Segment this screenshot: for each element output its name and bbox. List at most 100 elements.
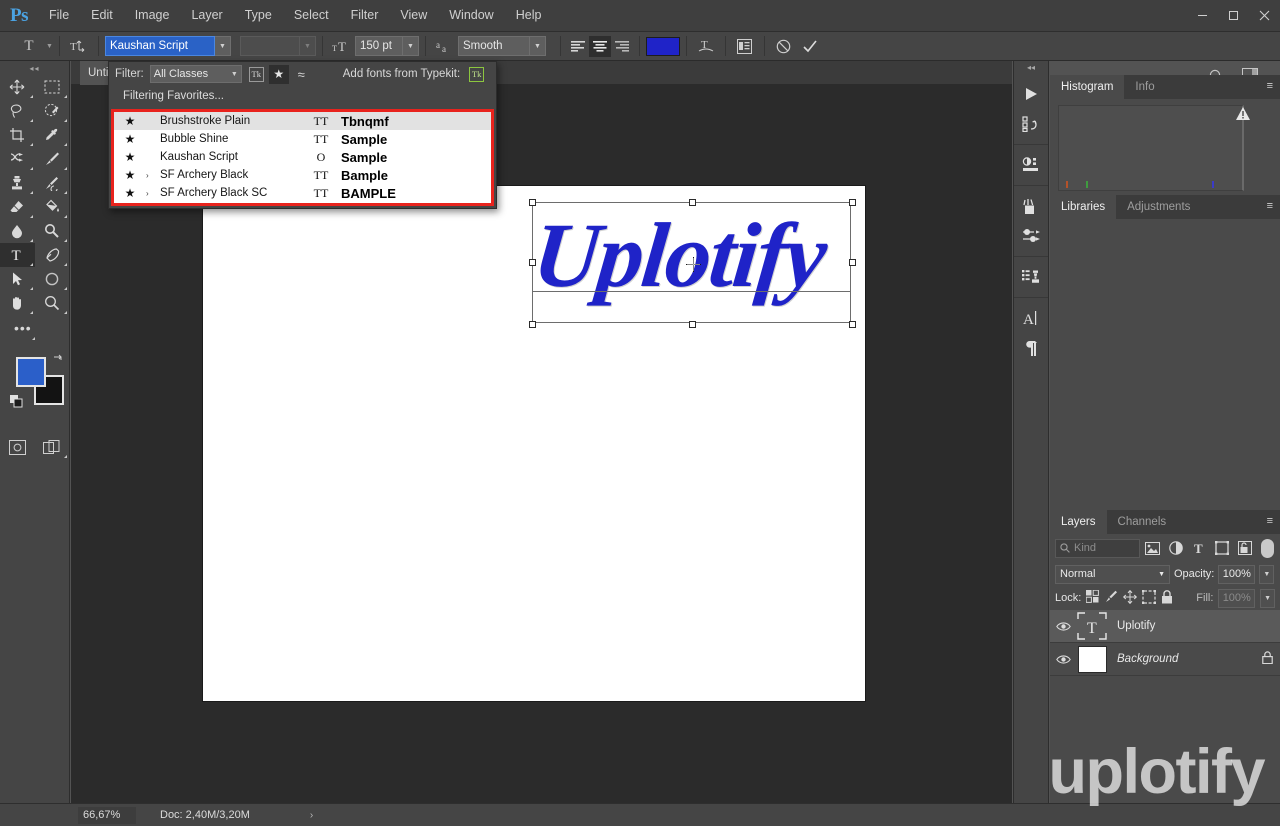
font-list-item[interactable]: ★ › SF Archery Black TT Bample bbox=[114, 166, 491, 184]
font-family-input[interactable]: Kaushan Script bbox=[104, 36, 215, 56]
transform-handle[interactable] bbox=[689, 321, 696, 328]
lock-all-icon[interactable] bbox=[1161, 589, 1173, 607]
tab-adjustments[interactable]: Adjustments bbox=[1116, 195, 1201, 219]
menu-file[interactable]: File bbox=[38, 0, 80, 31]
layer-thumbnail[interactable]: T bbox=[1076, 612, 1108, 641]
transform-handle[interactable] bbox=[849, 259, 856, 266]
font-list-item[interactable]: ★ Bubble Shine TT Sample bbox=[114, 130, 491, 148]
ellipse-tool[interactable] bbox=[35, 267, 70, 291]
align-center-button[interactable] bbox=[588, 35, 611, 57]
character-panel-icon[interactable]: A bbox=[1014, 303, 1048, 333]
tab-info[interactable]: Info bbox=[1124, 75, 1165, 99]
quick-mask-icon[interactable] bbox=[0, 435, 35, 459]
actions-play-icon[interactable] bbox=[1014, 79, 1048, 109]
menu-help[interactable]: Help bbox=[505, 0, 553, 31]
commit-edits-icon[interactable] bbox=[797, 35, 823, 57]
expand-family-icon[interactable]: › bbox=[146, 189, 160, 198]
panel-menu-icon[interactable]: ≡ bbox=[1267, 516, 1273, 527]
tab-histogram[interactable]: Histogram bbox=[1050, 75, 1125, 99]
favorite-star-icon[interactable]: ★ bbox=[114, 114, 146, 128]
zoom-tool[interactable] bbox=[35, 291, 70, 315]
font-class-select[interactable]: All Classes ▼ bbox=[149, 65, 242, 83]
layer-filter-kind-select[interactable]: Kind bbox=[1055, 538, 1140, 558]
lock-position-icon[interactable] bbox=[1123, 589, 1138, 607]
eraser-tool[interactable] bbox=[0, 195, 35, 219]
layer-row[interactable]: Background bbox=[1050, 643, 1280, 676]
font-style-input[interactable] bbox=[239, 36, 300, 56]
status-expand-icon[interactable]: › bbox=[310, 810, 313, 821]
rectangular-marquee-tool[interactable] bbox=[35, 75, 70, 99]
hand-tool[interactable] bbox=[0, 291, 35, 315]
history-icon[interactable] bbox=[1014, 109, 1048, 139]
anti-aliasing-input[interactable]: Smooth bbox=[457, 36, 530, 56]
paint-bucket-tool[interactable] bbox=[35, 195, 70, 219]
font-list-item[interactable]: ★ Kaushan Script O Sample bbox=[114, 148, 491, 166]
type-filter-icon[interactable]: T bbox=[1188, 538, 1209, 559]
styles-icon[interactable] bbox=[1014, 262, 1048, 292]
toolbar-grip[interactable]: ◂◂ bbox=[0, 61, 69, 75]
swap-colors-icon[interactable] bbox=[52, 353, 64, 368]
cached-data-warning-icon[interactable] bbox=[1236, 107, 1250, 123]
layer-visibility-icon[interactable] bbox=[1050, 654, 1076, 665]
layer-visibility-icon[interactable] bbox=[1050, 621, 1076, 632]
similar-fonts-button[interactable]: ≈ bbox=[292, 65, 311, 84]
align-right-button[interactable] bbox=[611, 36, 633, 57]
menu-view[interactable]: View bbox=[389, 0, 438, 31]
menu-layer[interactable]: Layer bbox=[180, 0, 233, 31]
adjustments-icon[interactable] bbox=[1014, 150, 1048, 180]
blend-mode-select[interactable]: Normal ▼ bbox=[1055, 564, 1170, 584]
font-family-dropdown-button[interactable]: ▼ bbox=[214, 36, 231, 56]
font-style-dropdown-button[interactable]: ▼ bbox=[299, 36, 316, 56]
lock-image-icon[interactable] bbox=[1104, 590, 1118, 606]
font-list-item[interactable]: ★ › SF Archery Black SC TT BAMPLE bbox=[114, 184, 491, 202]
font-family-dropdown-panel[interactable]: Filter: All Classes ▼ Tk ★ ≈ Add fonts f… bbox=[108, 61, 497, 209]
align-left-button[interactable] bbox=[567, 36, 589, 57]
transform-handle[interactable] bbox=[529, 321, 536, 328]
history-brush-tool[interactable] bbox=[35, 171, 70, 195]
crop-tool[interactable] bbox=[0, 123, 35, 147]
transform-handle[interactable] bbox=[529, 259, 536, 266]
blur-tool[interactable] bbox=[0, 219, 35, 243]
swatches-icon[interactable] bbox=[1014, 191, 1048, 221]
screen-mode-icon[interactable] bbox=[35, 435, 70, 459]
quick-selection-tool[interactable] bbox=[35, 99, 70, 123]
lasso-tool[interactable] bbox=[0, 99, 35, 123]
tab-channels[interactable]: Channels bbox=[1107, 510, 1178, 534]
panel-menu-icon[interactable]: ≡ bbox=[1267, 81, 1273, 92]
fill-value[interactable]: 100% bbox=[1218, 588, 1256, 608]
menu-select[interactable]: Select bbox=[283, 0, 340, 31]
font-size-input[interactable]: 150 pt bbox=[354, 36, 403, 56]
font-list-item[interactable]: ★ Brushstroke Plain TT Tbnqmf bbox=[114, 112, 491, 130]
pixel-filter-icon[interactable] bbox=[1142, 538, 1163, 559]
typekit-filter-button[interactable]: Tk bbox=[248, 66, 264, 82]
transform-handle[interactable] bbox=[849, 321, 856, 328]
more-tools-button[interactable]: ••• bbox=[0, 315, 69, 341]
layer-thumbnail[interactable] bbox=[1076, 645, 1108, 674]
expand-family-icon[interactable]: › bbox=[146, 171, 160, 180]
font-size-dropdown-button[interactable]: ▼ bbox=[402, 36, 419, 56]
text-color-swatch[interactable] bbox=[645, 36, 680, 56]
layer-row[interactable]: T Uplotify bbox=[1050, 610, 1280, 643]
layer-name[interactable]: Uplotify bbox=[1108, 620, 1254, 632]
dodge-tool[interactable] bbox=[35, 219, 70, 243]
brush-settings-icon[interactable] bbox=[1014, 221, 1048, 251]
pen-tool[interactable] bbox=[35, 243, 70, 267]
healing-brush-tool[interactable] bbox=[0, 147, 35, 171]
tab-libraries[interactable]: Libraries bbox=[1050, 195, 1117, 219]
smartobject-filter-icon[interactable] bbox=[1234, 538, 1255, 559]
transform-handle[interactable] bbox=[849, 199, 856, 206]
tool-preset-picker[interactable]: T ▼ bbox=[0, 35, 53, 57]
layer-name[interactable]: Background bbox=[1108, 653, 1254, 665]
favorite-star-icon[interactable]: ★ bbox=[114, 168, 146, 182]
warp-text-icon[interactable]: T bbox=[693, 35, 719, 57]
adjustment-filter-icon[interactable] bbox=[1165, 538, 1186, 559]
cancel-edits-icon[interactable] bbox=[771, 35, 797, 57]
eyedropper-tool[interactable] bbox=[35, 123, 70, 147]
panel-menu-icon[interactable]: ≡ bbox=[1267, 201, 1273, 212]
typekit-link-button[interactable]: Tk bbox=[469, 66, 485, 82]
zoom-level-field[interactable]: 66,67% bbox=[78, 806, 136, 824]
transform-handle[interactable] bbox=[529, 199, 536, 206]
foreground-color-swatch[interactable] bbox=[16, 357, 46, 387]
layer-filter-toggle[interactable] bbox=[1261, 538, 1274, 558]
path-selection-tool[interactable] bbox=[0, 267, 35, 291]
